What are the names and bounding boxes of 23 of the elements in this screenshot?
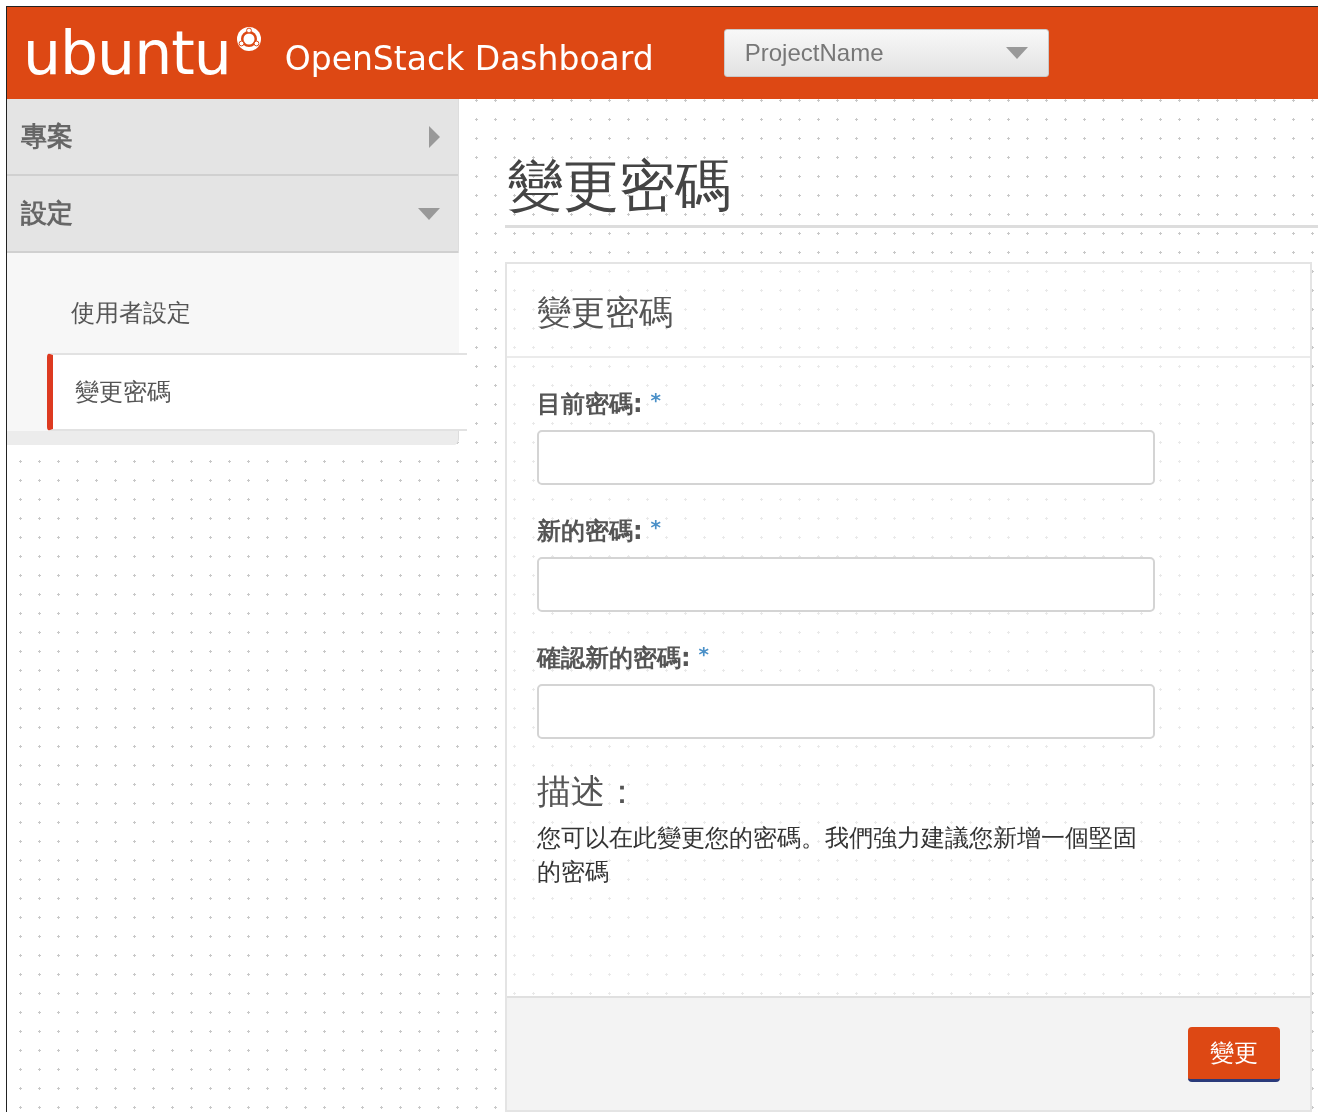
password-field[interactable] — [537, 556, 1155, 612]
field-label: 目前密碼: — [537, 388, 643, 420]
logo-icon — [234, 25, 263, 53]
description-text: 您可以在此變更您的密碼。我們強力建議您新增一個堅固的密碼 — [537, 822, 1138, 889]
sidebar-item[interactable]: 變更密碼 — [47, 353, 467, 431]
project-dropdown[interactable]: ProjectName — [723, 29, 1049, 77]
required-mark: * — [650, 387, 662, 412]
sidebar-item[interactable]: 使用者設定 — [7, 273, 459, 353]
field-label: 確認新的密碼: — [537, 642, 691, 674]
submit-button[interactable]: 變更 — [1188, 1026, 1280, 1082]
logo-text: ubuntu — [23, 23, 231, 83]
app-title: OpenStack Dashboard — [284, 38, 654, 78]
sidebar-section[interactable]: 專案 — [7, 99, 458, 176]
required-mark: * — [698, 641, 710, 666]
required-mark: * — [650, 514, 662, 539]
password-field[interactable] — [537, 429, 1155, 485]
description-title: 描述： — [537, 769, 640, 813]
sidebar-section[interactable]: 設定 — [7, 176, 458, 253]
page-title: 變更密碼 — [505, 139, 1318, 228]
field-label: 新的密碼: — [537, 515, 643, 547]
caret-down-icon — [1005, 47, 1028, 59]
card-title: 變更密碼 — [507, 263, 1310, 358]
password-field[interactable] — [537, 683, 1155, 739]
